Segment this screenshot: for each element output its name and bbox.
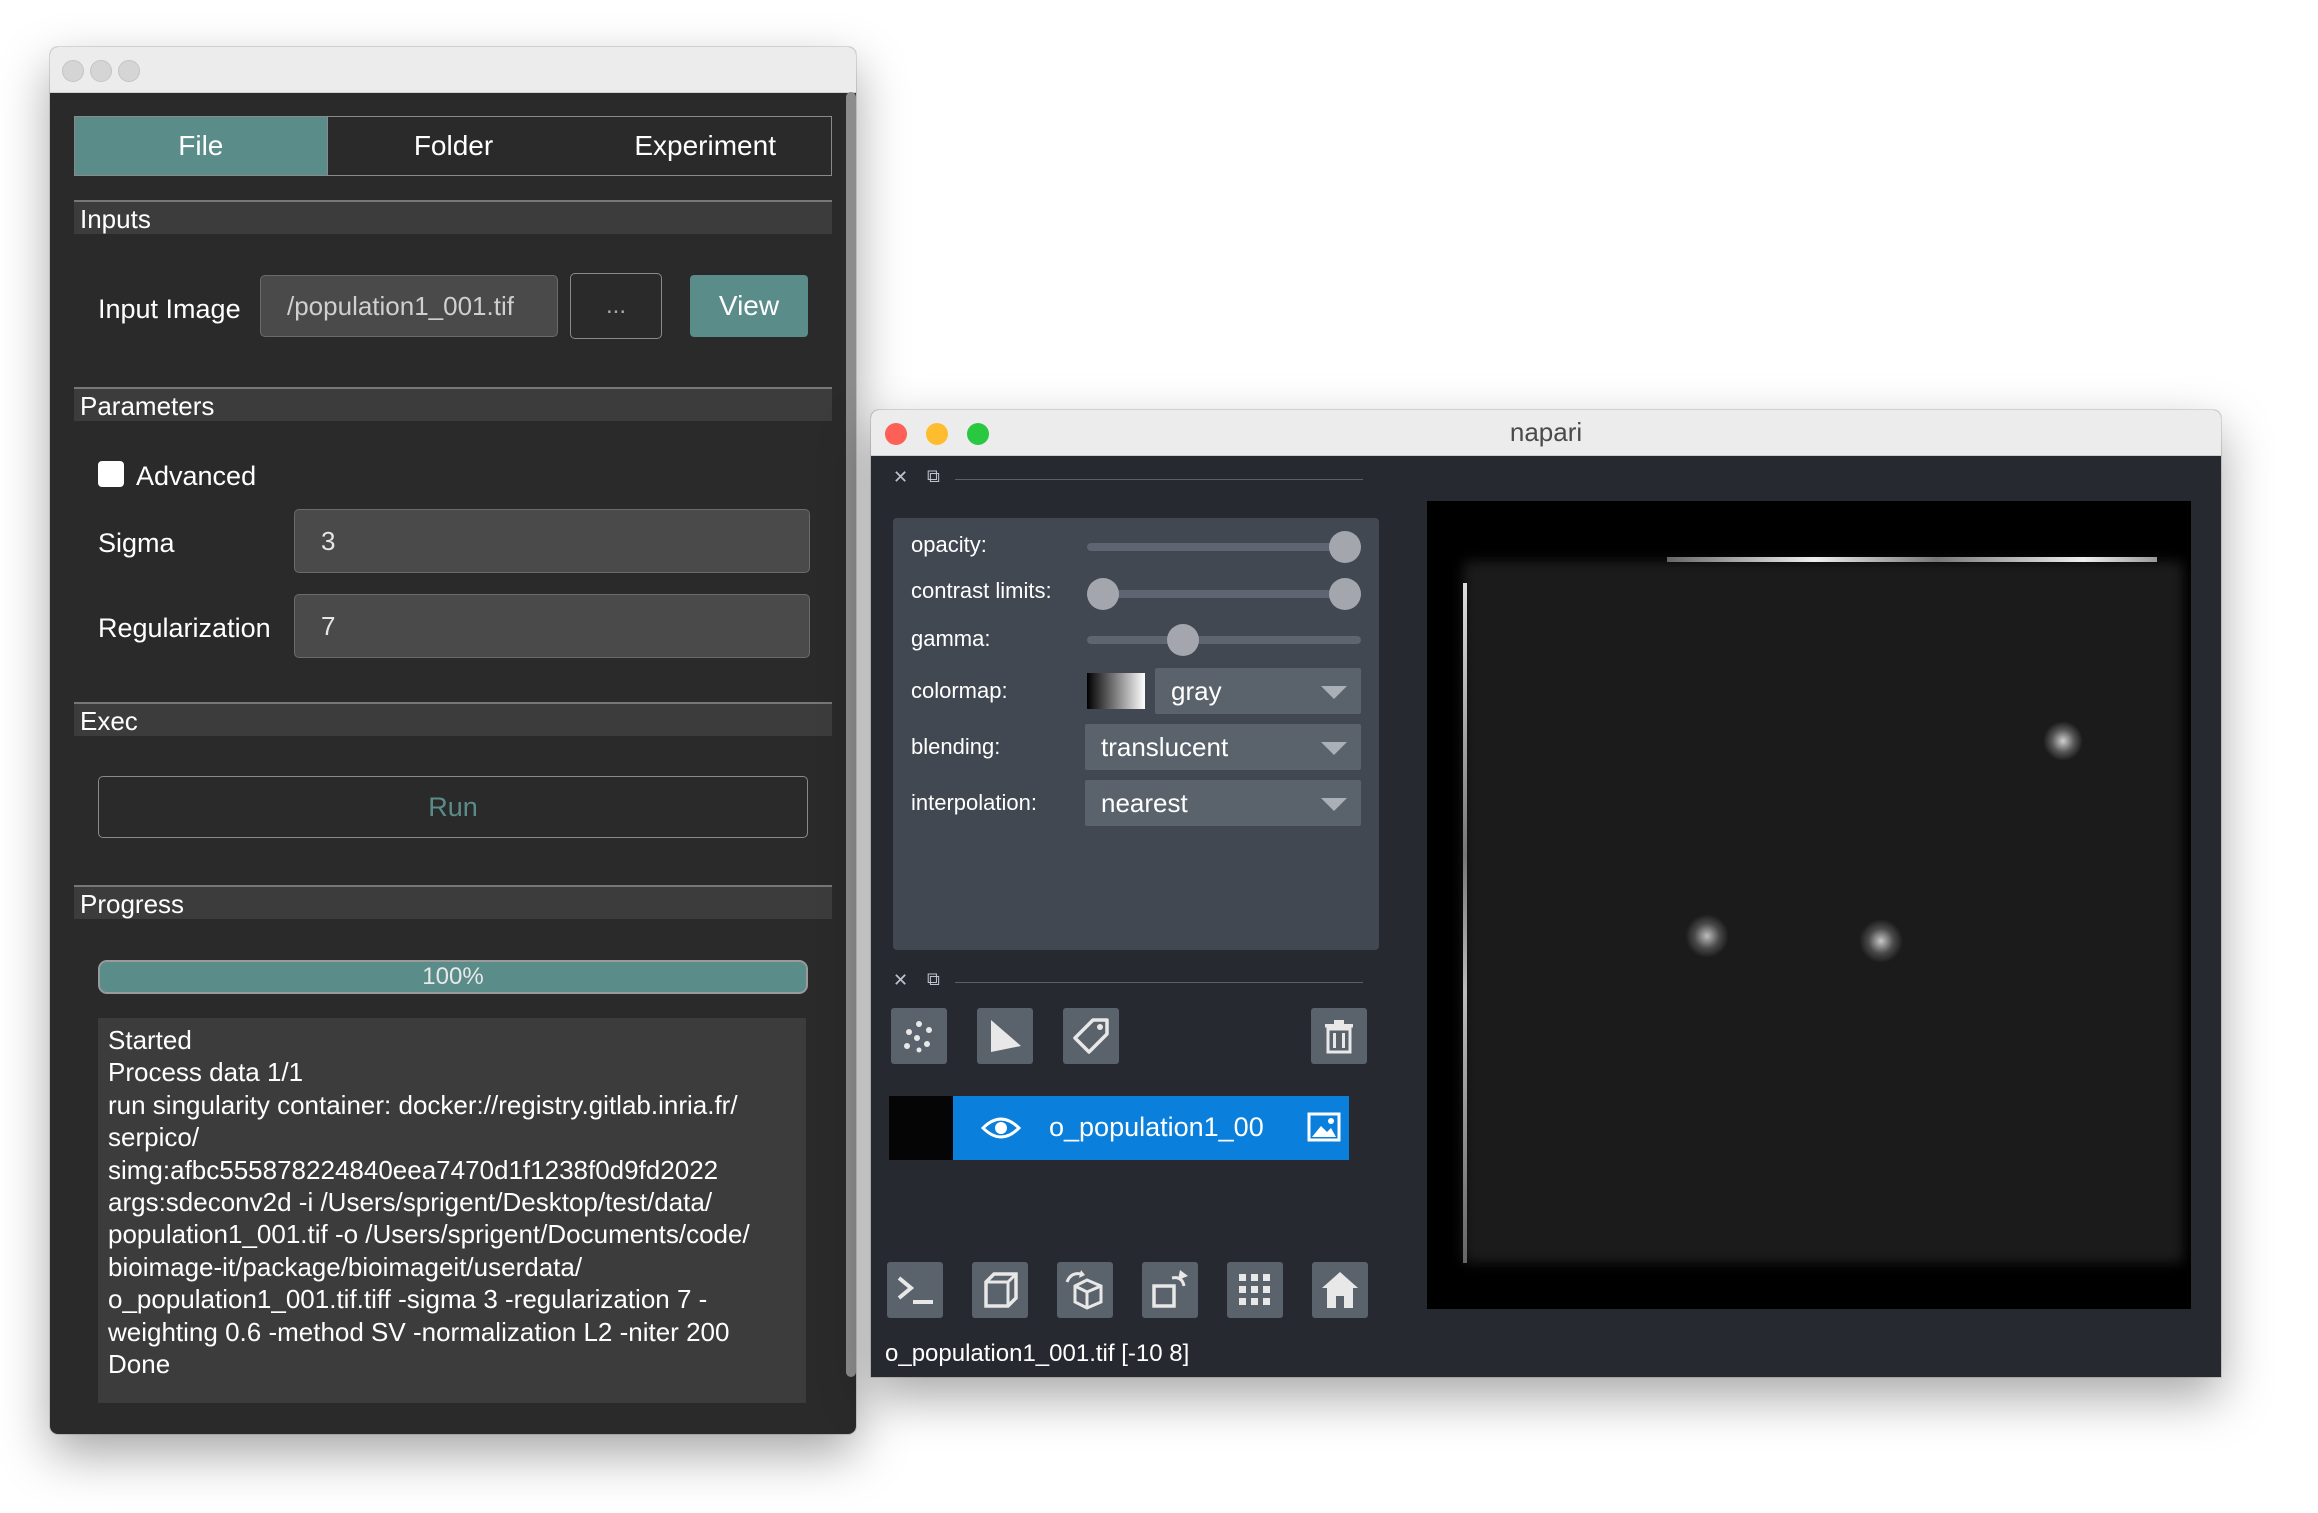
image-edge-artifact xyxy=(1667,557,2157,562)
title-bar xyxy=(50,47,856,93)
status-bar: o_population1_001.tif [-10 8] xyxy=(885,1340,1190,1367)
contrast-limits-label: contrast limits: xyxy=(911,578,1052,603)
exec-section-header: Exec xyxy=(74,702,832,736)
transpose-icon xyxy=(1152,1270,1188,1308)
divider xyxy=(955,982,1363,983)
delete-layer-button[interactable] xyxy=(1311,1008,1367,1064)
gamma-label: gamma: xyxy=(911,626,991,651)
layer-name[interactable]: o_population1_00 xyxy=(1049,1112,1264,1143)
ndisplay-toggle-icon xyxy=(984,1272,1018,1308)
colormap-value: gray xyxy=(1171,675,1222,706)
interpolation-dropdown[interactable]: nearest xyxy=(1085,780,1361,826)
opacity-slider-handle[interactable] xyxy=(1329,531,1361,563)
home-icon xyxy=(1322,1272,1358,1308)
layer-item[interactable]: o_population1_00 xyxy=(889,1096,1349,1160)
regularization-label: Regularization xyxy=(98,613,271,643)
grid-view-button[interactable] xyxy=(1227,1262,1283,1318)
new-labels-button[interactable] xyxy=(1063,1008,1119,1064)
zoom-window-button[interactable] xyxy=(118,60,140,82)
interpolation-value: nearest xyxy=(1101,787,1188,818)
new-points-icon xyxy=(904,1021,932,1053)
scrollbar[interactable] xyxy=(846,92,856,1377)
title-bar: napari xyxy=(871,410,2221,456)
opacity-slider[interactable] xyxy=(1087,531,1361,563)
gamma-slider-handle[interactable] xyxy=(1166,624,1199,656)
close-icon[interactable]: ✕ xyxy=(893,467,908,488)
colormap-swatch xyxy=(1087,673,1145,709)
progress-section-header: Progress xyxy=(74,885,832,919)
divider xyxy=(955,479,1363,480)
eye-icon[interactable] xyxy=(981,1114,1021,1142)
inputs-section-header: Inputs xyxy=(74,200,832,234)
minimize-window-button[interactable] xyxy=(90,60,112,82)
ndisplay-toggle-button[interactable] xyxy=(972,1262,1028,1318)
blending-label: blending: xyxy=(911,734,1001,759)
browse-button[interactable]: ... xyxy=(570,273,662,339)
contrast-min-handle[interactable] xyxy=(1087,578,1119,610)
grid-icon xyxy=(1239,1274,1270,1305)
input-image-label: Input Image xyxy=(98,294,241,324)
new-labels-icon xyxy=(1073,1018,1109,1054)
transpose-button[interactable] xyxy=(1142,1262,1198,1318)
blending-value: translucent xyxy=(1101,731,1229,762)
dock-header: ✕ ⧉ xyxy=(893,969,1363,994)
image-region xyxy=(1463,561,2183,1263)
bright-spot xyxy=(2043,721,2083,761)
home-button[interactable] xyxy=(1312,1262,1368,1318)
chevron-down-icon xyxy=(1321,686,1347,699)
blending-dropdown[interactable]: translucent xyxy=(1085,724,1361,770)
colormap-dropdown[interactable]: gray xyxy=(1155,668,1361,714)
layer-controls-panel: opacity: contrast limits: gamma: colorma… xyxy=(893,518,1379,950)
console-icon xyxy=(897,1276,933,1304)
chevron-down-icon xyxy=(1321,742,1347,755)
roll-dims-icon xyxy=(1065,1270,1103,1310)
input-image-field[interactable]: /population1_001.tif xyxy=(260,275,558,337)
dock-header: ✕ ⧉ xyxy=(893,466,1363,491)
float-icon[interactable]: ⧉ xyxy=(927,466,940,487)
progress-text: 100% xyxy=(422,963,484,990)
tab-bar: File Folder Experiment xyxy=(74,116,832,176)
new-shapes-icon xyxy=(991,1020,1021,1052)
gamma-slider[interactable] xyxy=(1087,624,1361,656)
tab-file[interactable]: File xyxy=(75,117,328,175)
bioimageit-window: File Folder Experiment Inputs Input Imag… xyxy=(50,47,856,1434)
float-icon[interactable]: ⧉ xyxy=(927,969,940,990)
run-button[interactable]: Run xyxy=(98,776,808,838)
opacity-label: opacity: xyxy=(911,532,987,557)
close-icon[interactable]: ✕ xyxy=(893,970,908,991)
new-shapes-button[interactable] xyxy=(977,1008,1033,1064)
tab-folder[interactable]: Folder xyxy=(328,117,580,175)
advanced-label: Advanced xyxy=(136,461,257,491)
sigma-label: Sigma xyxy=(98,528,175,558)
napari-window: napari ✕ ⧉ opacity: contrast limits: gam… xyxy=(871,410,2221,1377)
image-edge-artifact xyxy=(1463,583,1467,1263)
window-title: napari xyxy=(1509,417,1583,447)
contrast-max-handle[interactable] xyxy=(1329,578,1361,610)
parameters-section-header: Parameters xyxy=(74,387,832,421)
image-layer-icon xyxy=(1307,1112,1341,1142)
tab-experiment[interactable]: Experiment xyxy=(579,117,831,175)
chevron-down-icon xyxy=(1321,798,1347,811)
log-output: Started Process data 1/1 run singularity… xyxy=(98,1018,806,1403)
progress-bar: 100% xyxy=(98,960,808,994)
advanced-checkbox[interactable] xyxy=(98,461,124,487)
delete-layer-icon xyxy=(1325,1020,1353,1054)
close-window-button[interactable] xyxy=(62,60,84,82)
colormap-label: colormap: xyxy=(911,678,1008,703)
bright-spot xyxy=(1685,914,1729,958)
layer-thumbnail xyxy=(889,1096,953,1160)
view-button[interactable]: View xyxy=(690,275,808,337)
contrast-limits-slider[interactable] xyxy=(1087,578,1361,610)
console-button[interactable] xyxy=(887,1262,943,1318)
roll-dims-button[interactable] xyxy=(1057,1262,1113,1318)
bright-spot xyxy=(1859,919,1903,963)
image-canvas[interactable] xyxy=(1427,501,2191,1309)
interpolation-label: interpolation: xyxy=(911,790,1037,815)
new-points-button[interactable] xyxy=(891,1008,947,1064)
regularization-input[interactable]: 7 xyxy=(294,594,810,658)
sigma-input[interactable]: 3 xyxy=(294,509,810,573)
